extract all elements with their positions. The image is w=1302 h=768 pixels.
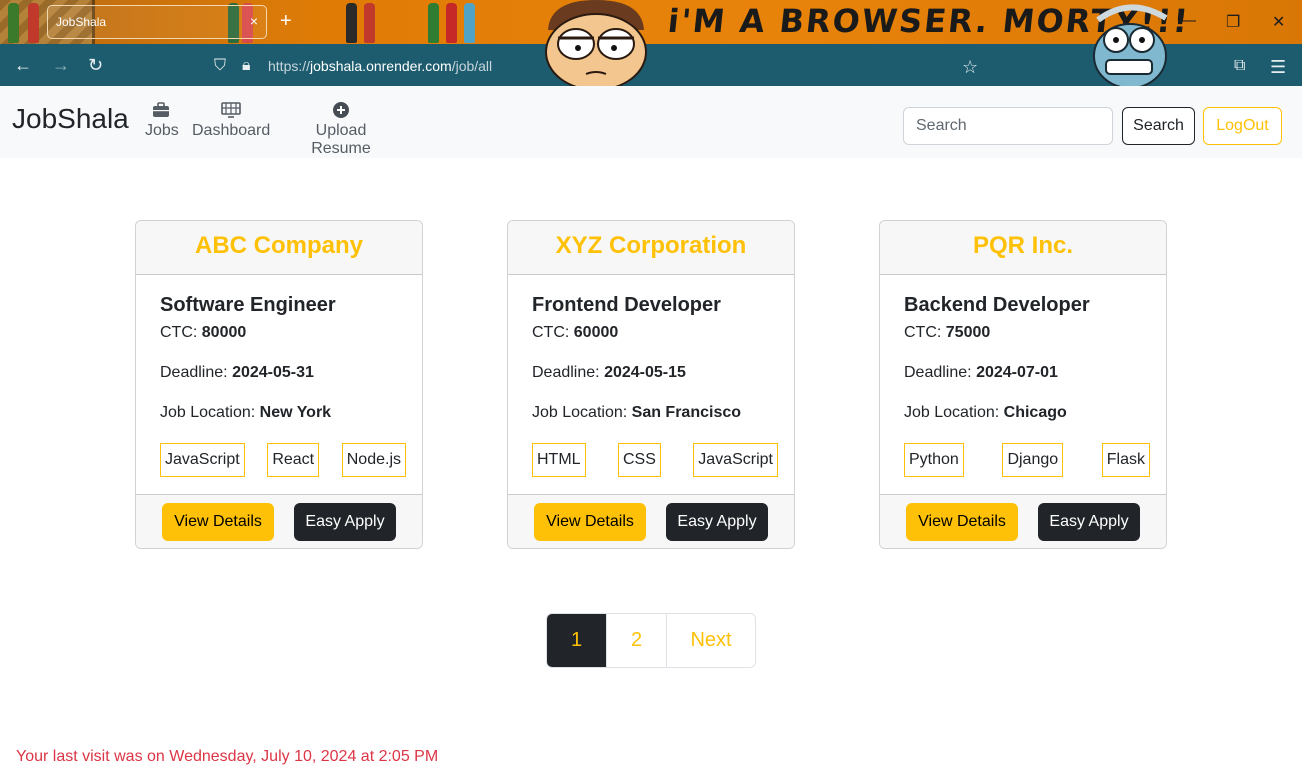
shield-icon[interactable]: ⛉	[214, 57, 226, 75]
job-title: Backend Developer	[904, 294, 1090, 316]
lock-icon[interactable]: 🔒︎	[242, 57, 251, 75]
nav-dashboard-label: Dashboard	[192, 122, 271, 139]
page-1-button[interactable]: 1	[547, 614, 606, 667]
easy-apply-button[interactable]: Easy Apply	[294, 503, 396, 541]
briefcase-icon	[153, 102, 169, 117]
new-tab-button[interactable]: +	[280, 9, 292, 33]
skill-tag: Flask	[1101, 443, 1150, 477]
extensions-icon[interactable]: ⧉	[1234, 57, 1245, 75]
next-page-button[interactable]: Next	[666, 614, 755, 667]
pagination: 1 2 Next	[546, 613, 756, 668]
search-input[interactable]	[903, 107, 1113, 145]
job-ctc: CTC: 80000	[160, 324, 247, 341]
theme-bottle-image	[8, 3, 19, 43]
theme-bottle-image	[364, 3, 375, 43]
minimize-icon[interactable]: —	[1180, 12, 1196, 30]
tab-close-icon[interactable]: ×	[250, 13, 258, 29]
brand-logo[interactable]: JobShala	[12, 103, 129, 135]
job-deadline: Deadline: 2024-05-31	[160, 364, 314, 381]
skill-tag: HTML	[532, 443, 586, 477]
close-window-icon[interactable]: ✕	[1272, 12, 1285, 32]
easy-apply-button[interactable]: Easy Apply	[666, 503, 768, 541]
url-prefix: https://	[268, 58, 311, 74]
theme-bottle-image	[346, 3, 357, 43]
skill-tag: React	[267, 443, 320, 477]
view-details-button[interactable]: View Details	[162, 503, 274, 541]
address-bar[interactable]: https://jobshala.onrender.com/job/all	[268, 58, 492, 74]
skill-tag: Node.js	[341, 443, 406, 477]
job-deadline: Deadline: 2024-07-01	[904, 364, 1058, 381]
skill-list: Python Django Flask	[904, 443, 1150, 477]
job-ctc: CTC: 75000	[904, 324, 991, 341]
bookmark-star-icon[interactable]: ☆	[962, 57, 978, 78]
job-title: Frontend Developer	[532, 294, 721, 316]
theme-bottle-image	[28, 3, 39, 43]
nav-dashboard[interactable]: Dashboard	[192, 100, 270, 140]
page-2-button[interactable]: 2	[606, 614, 666, 667]
maximize-icon[interactable]: ❐	[1226, 12, 1240, 32]
last-visit-text: Your last visit was on Wednesday, July 1…	[16, 748, 439, 765]
job-location: Job Location: New York	[160, 404, 332, 421]
back-arrow-icon[interactable]: ←	[14, 55, 32, 76]
theme-bottle-image	[446, 3, 457, 43]
skill-list: HTML CSS JavaScript	[532, 443, 778, 477]
job-location: Job Location: San Francisco	[532, 404, 742, 421]
url-path: /job/all	[451, 58, 493, 74]
nav-upload-resume-label: Upload Resume	[311, 122, 371, 157]
job-location: Job Location: Chicago	[904, 404, 1067, 421]
plus-circle-icon	[333, 102, 349, 118]
search-button[interactable]: Search	[1122, 107, 1195, 145]
job-ctc: CTC: 60000	[532, 324, 619, 341]
skill-tag: CSS	[617, 443, 661, 477]
theme-bottle-image	[428, 3, 439, 43]
theme-bottle-image	[464, 3, 475, 43]
skill-tag: Python	[904, 443, 964, 477]
job-deadline: Deadline: 2024-05-15	[532, 364, 686, 381]
job-card: ABC Company Software Engineer CTC: 80000…	[135, 220, 423, 549]
theme-morty-image	[545, 0, 647, 86]
skill-list: JavaScript React Node.js	[160, 443, 406, 477]
nav-upload-resume[interactable]: Upload Resume	[285, 100, 397, 158]
skill-tag: Django	[1002, 443, 1064, 477]
forward-arrow-icon[interactable]: →	[52, 55, 70, 76]
skill-tag: JavaScript	[693, 443, 778, 477]
skill-tag: JavaScript	[160, 443, 245, 477]
nav-jobs[interactable]: Jobs	[145, 100, 179, 140]
url-host: jobshala.onrender.com	[310, 58, 452, 74]
job-card: PQR Inc. Backend Developer CTC: 75000 De…	[879, 220, 1167, 549]
nav-jobs-label: Jobs	[145, 122, 179, 139]
theme-rick-image	[1093, 4, 1168, 86]
logout-button[interactable]: LogOut	[1203, 107, 1282, 145]
job-title: Software Engineer	[160, 294, 336, 316]
view-details-button[interactable]: View Details	[906, 503, 1018, 541]
company-name: PQR Inc.	[880, 221, 1166, 275]
view-details-button[interactable]: View Details	[534, 503, 646, 541]
easy-apply-button[interactable]: Easy Apply	[1038, 503, 1140, 541]
reload-icon[interactable]: ↻	[88, 55, 103, 76]
browser-tab[interactable]: JobShala ×	[47, 5, 267, 39]
menu-icon[interactable]: ☰	[1270, 57, 1286, 78]
company-name: ABC Company	[136, 221, 422, 275]
company-name: XYZ Corporation	[508, 221, 794, 275]
tab-title: JobShala	[56, 15, 107, 29]
job-card: XYZ Corporation Frontend Developer CTC: …	[507, 220, 795, 549]
dashboard-icon	[221, 102, 241, 118]
